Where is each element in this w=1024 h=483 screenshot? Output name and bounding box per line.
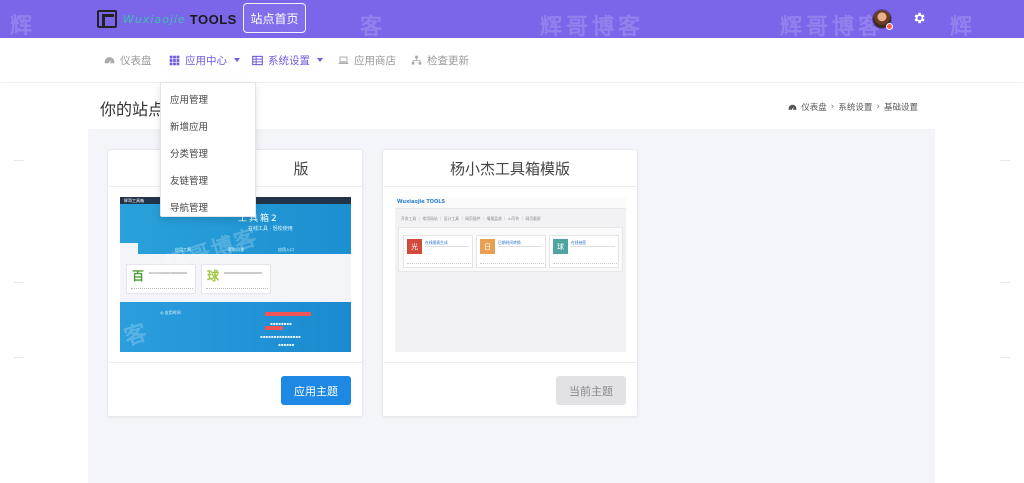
- nav-label: 检查更新: [427, 54, 469, 67]
- chevron-right-icon: ›: [830, 102, 835, 112]
- notification-dot: [886, 23, 893, 30]
- preview-footer: ◎ 应用时间 ▪▪▪▪▪▪▪▪ ▪▪▪▪▪▪▪▪▪▪▪▪▪▪▪ ▪▪▪▪▪▪: [120, 302, 351, 352]
- breadcrumb-item[interactable]: 仪表盘: [801, 101, 827, 113]
- chevron-right-icon: ›: [876, 102, 880, 112]
- laptop-icon: [338, 56, 349, 64]
- card-footer: 当前主题: [383, 362, 637, 416]
- chevron-down-icon: [234, 58, 240, 62]
- nav-label: 仪表盘: [120, 54, 152, 67]
- nav-label: 系统设置: [268, 54, 310, 67]
- menu-item-friend-links[interactable]: 友链管理: [170, 173, 208, 187]
- menu-item-nav-manage[interactable]: 导航管理: [170, 200, 208, 214]
- watermark: 辉: [950, 15, 977, 40]
- logo-mark-icon: [97, 10, 117, 28]
- breadcrumb: 仪表盘 › 系统设置 › 基础设置: [788, 101, 918, 113]
- dashboard-icon: [788, 104, 797, 110]
- app-center-dropdown: 应用管理 新增应用 分类管理 友链管理 导航管理: [160, 82, 256, 217]
- site-home-button[interactable]: 站点首页: [243, 3, 306, 33]
- preview-tile: 球: [201, 264, 271, 294]
- menu-item-category[interactable]: 分类管理: [170, 146, 208, 160]
- divider: [14, 282, 24, 283]
- divider: [1000, 160, 1010, 161]
- chevron-down-icon: [317, 58, 323, 62]
- card-footer: 应用主题: [108, 362, 362, 416]
- watermark: 辉哥博客: [540, 15, 645, 40]
- nav-label: 应用中心: [185, 54, 227, 67]
- preview-tile: 日 日期时间转换: [476, 235, 546, 268]
- preview-tile: 百: [126, 264, 196, 294]
- sitemap-icon: [411, 55, 422, 65]
- breadcrumb-item[interactable]: 系统设置: [838, 101, 872, 113]
- divider: [1000, 357, 1010, 358]
- watermark: 客: [360, 15, 387, 40]
- current-theme-button: 当前主题: [556, 376, 626, 405]
- theme-card: 杨小杰工具箱模版 Wuxiaojie TOOLS 开发工具 ｜ 常用网站 ｜ 设…: [382, 149, 638, 417]
- site-logo[interactable]: Wuxiaojie TOOLS: [97, 9, 237, 29]
- divider: [14, 160, 24, 161]
- watermark: 辉哥博客: [780, 15, 885, 40]
- menu-item-app-manage[interactable]: 应用管理: [170, 92, 208, 106]
- preview-tile: 光 在线图表生成: [403, 235, 473, 268]
- nav-app-store[interactable]: 应用商店: [338, 38, 396, 82]
- breadcrumb-item: 基础设置: [883, 103, 918, 113]
- logo-text: TOOLS: [189, 11, 237, 27]
- page-header: 你的站点 仪表盘 › 系统设置 › 基础设置: [0, 83, 1024, 129]
- theme-preview[interactable]: 辉哥工具箱 工具箱2 在线工具 · 轻松使用 应用工具 帮助问答 应用入口 百 …: [120, 197, 351, 352]
- nav-dashboard[interactable]: 仪表盘: [104, 38, 152, 82]
- gear-icon[interactable]: [912, 11, 926, 25]
- apply-theme-button[interactable]: 应用主题: [281, 376, 351, 405]
- page-title: 你的站点: [100, 100, 165, 119]
- watermark: 辉: [10, 14, 37, 39]
- nav-check-update[interactable]: 检查更新: [411, 38, 469, 82]
- theme-title: 杨小杰工具箱模版: [383, 150, 637, 187]
- nav-system-settings[interactable]: 系统设置: [252, 38, 323, 82]
- logo-script: Wuxiaojie: [123, 12, 186, 26]
- menu-item-add-app[interactable]: 新增应用: [170, 119, 208, 133]
- top-bar: Wuxiaojie TOOLS 站点首页 辉 客 辉哥博客 辉哥博客 辉: [0, 0, 1024, 40]
- preview-tile: 球 在线抽签: [549, 235, 619, 268]
- divider: [14, 357, 24, 358]
- divider: [1000, 282, 1010, 283]
- theme-preview[interactable]: Wuxiaojie TOOLS 开发工具 ｜ 常用网站 ｜ 设计工具 ｜ 网页插…: [395, 197, 626, 352]
- table-icon: [252, 55, 263, 65]
- dashboard-icon: [104, 56, 115, 63]
- grid-icon: [169, 55, 180, 65]
- nav-label: 应用商店: [354, 54, 396, 67]
- main-nav: 仪表盘 应用中心 系统设置 应用商店 检查更新: [0, 38, 1024, 82]
- nav-app-center[interactable]: 应用中心: [169, 38, 240, 82]
